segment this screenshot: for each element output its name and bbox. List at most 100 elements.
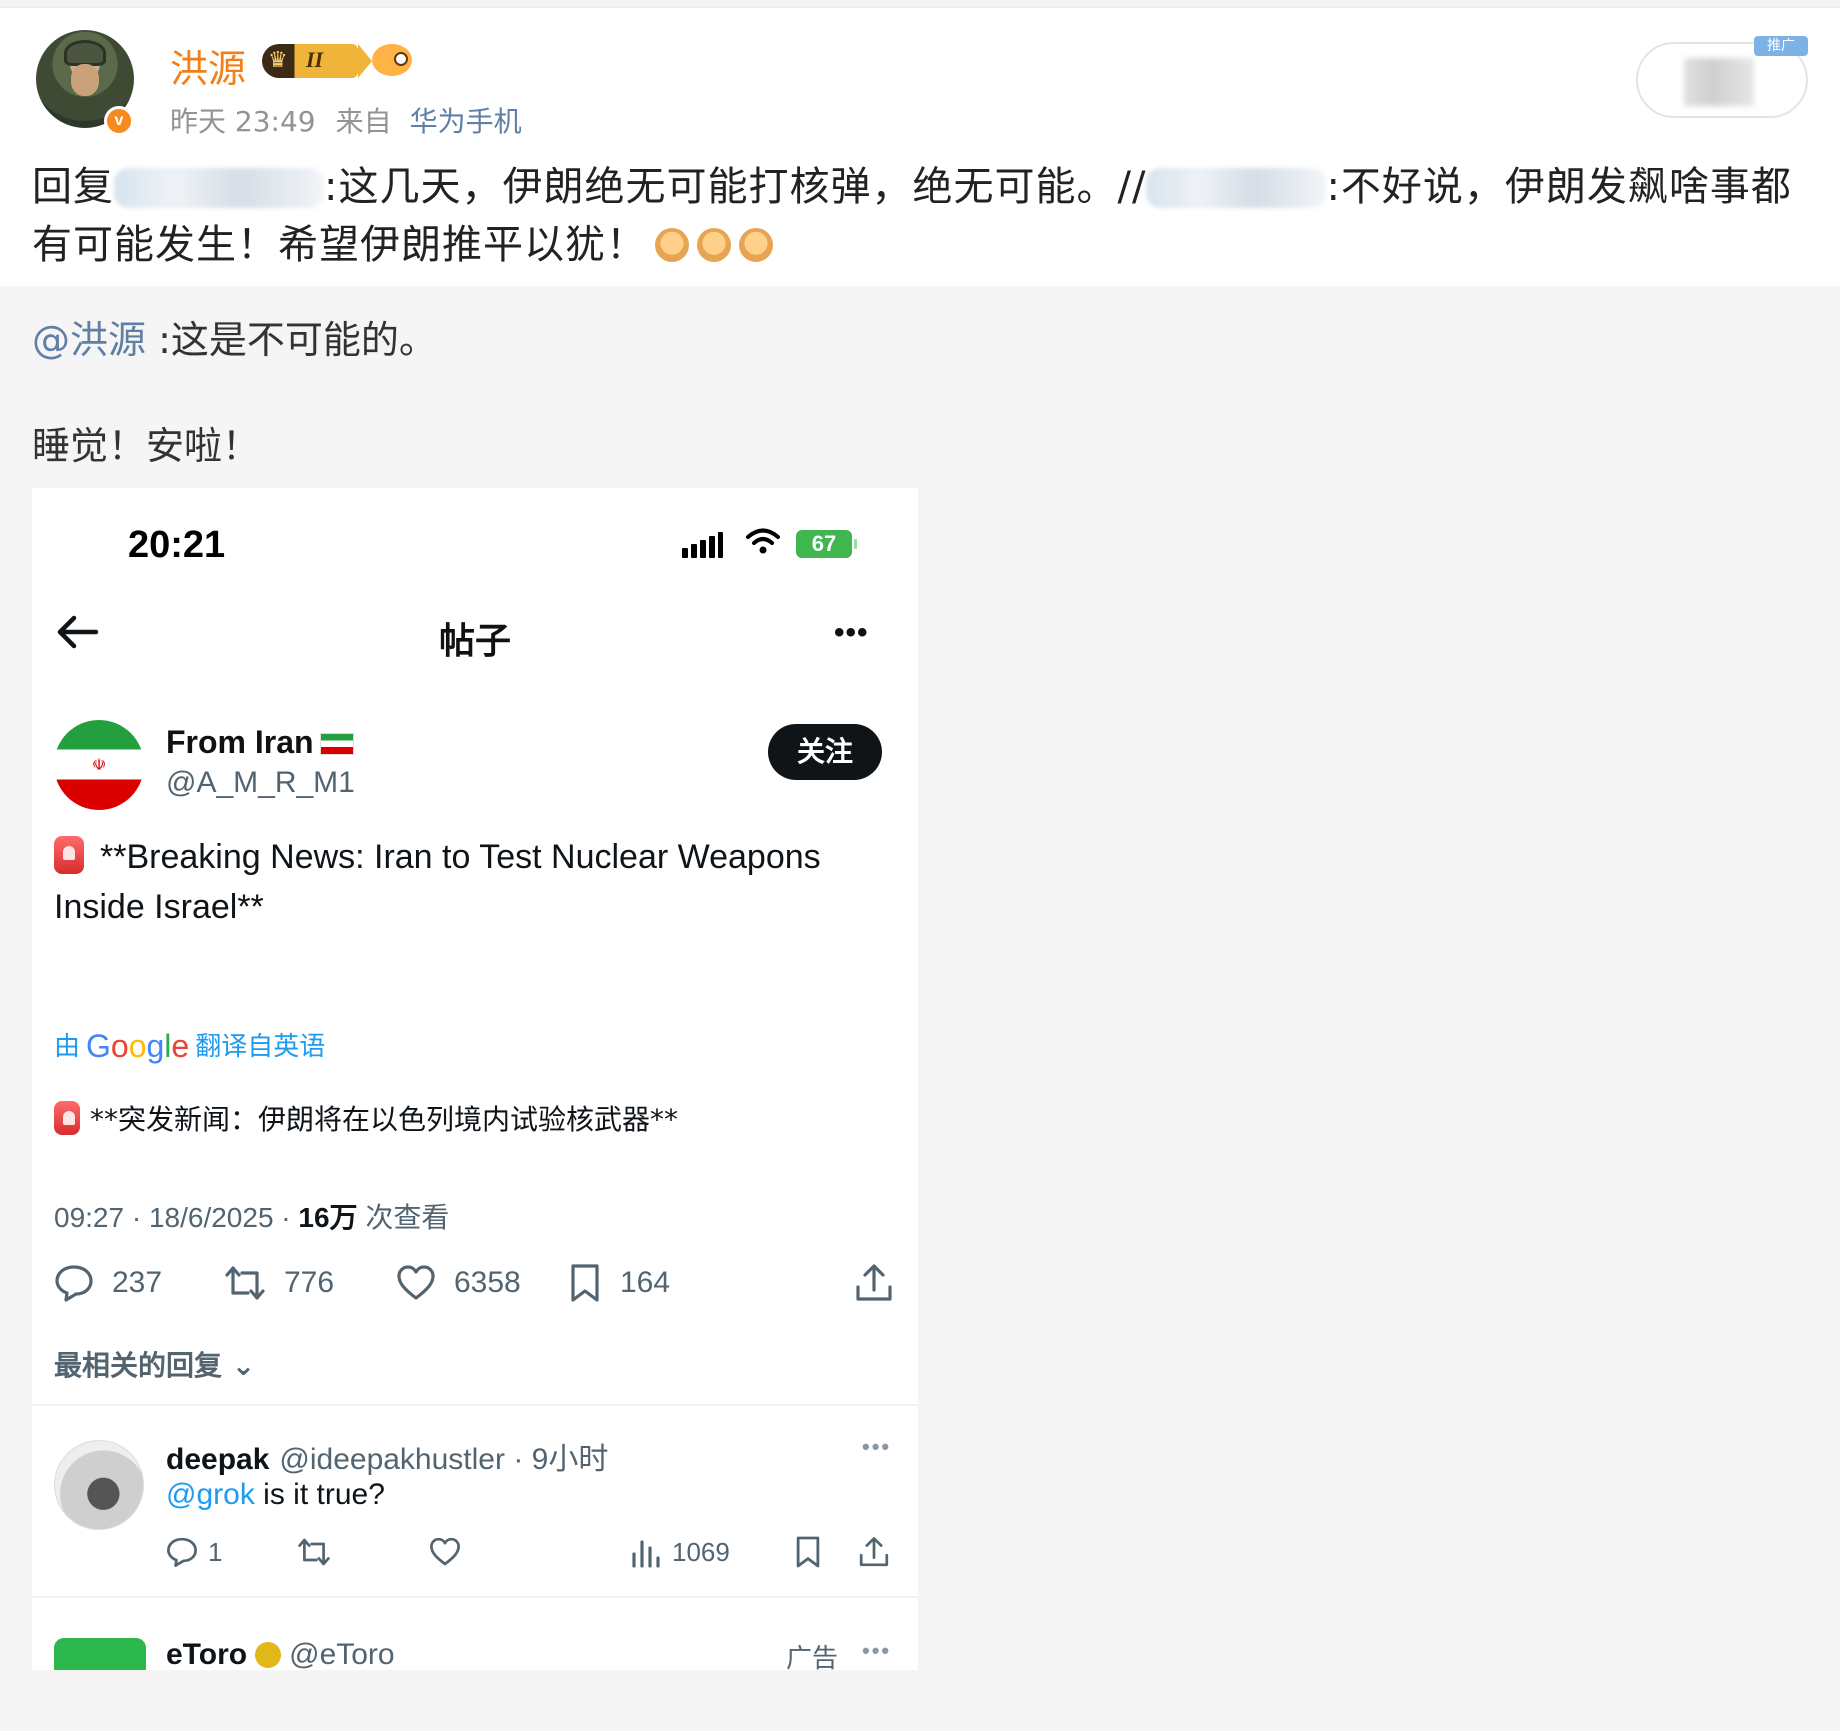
bookmark-action[interactable]: 164: [568, 1258, 670, 1308]
post-text: 回复:这几天，伊朗绝无可能打核弹，绝无可能。//:不好说，伊朗发飙啥事都有可能发…: [32, 158, 1812, 274]
reply-like-action[interactable]: [428, 1532, 472, 1572]
weibo-post: v 洪源 ♛ II 昨天 23:49 来自 华为手机 推广 回复 :这几天，伊朗绝无可…: [0, 8, 1840, 286]
reply-prefix: 回复: [32, 164, 114, 210]
reply-actions: 1 1069: [166, 1532, 906, 1572]
view-count: 16万: [298, 1202, 358, 1233]
reply-retweet-action[interactable]: [296, 1532, 342, 1572]
reply-header: deepak @ideepakhustler · 9小时: [166, 1434, 608, 1478]
ad-handle: @eToro: [289, 1638, 395, 1670]
author-avatar[interactable]: ☫: [54, 720, 144, 810]
reply-bookmark-action[interactable]: [794, 1532, 832, 1572]
share-icon: [856, 1264, 892, 1301]
reply-more-icon[interactable]: •••: [862, 1434, 891, 1460]
heart-icon: [397, 1265, 435, 1300]
verified-badge-icon: [255, 1642, 282, 1668]
reply-sort-dropdown[interactable]: 最相关的回复 ⌄: [54, 1344, 255, 1384]
battery-icon: 67: [796, 530, 857, 558]
fist-emoji-icon: [655, 228, 689, 262]
emblem-icon: ☫: [91, 755, 107, 774]
reply-reply-action[interactable]: 1: [166, 1532, 222, 1572]
reply-time: · 9小时: [504, 1443, 609, 1476]
author-name[interactable]: From Iran: [166, 724, 354, 761]
divider: [32, 1404, 918, 1406]
reply-action[interactable]: 237: [54, 1258, 162, 1308]
siren-emoji-icon: [54, 1101, 80, 1135]
from-label: 来自: [335, 105, 392, 138]
retweet-icon: [225, 1266, 265, 1300]
signal-icon: [682, 532, 726, 558]
ad-author: eToro: [166, 1638, 248, 1670]
reply-icon: [167, 1537, 197, 1567]
more-options-icon[interactable]: •••: [834, 616, 869, 650]
ad-more-icon[interactable]: •••: [862, 1638, 891, 1664]
post-source[interactable]: 华为手机: [410, 105, 522, 138]
reply-view-count: 1069: [672, 1536, 730, 1567]
reply-views[interactable]: 1069: [630, 1532, 730, 1572]
share-action[interactable]: [854, 1258, 912, 1308]
reply-author[interactable]: deepak: [166, 1443, 269, 1476]
follow-button[interactable]: 关注: [768, 724, 882, 780]
promoted-tag: 推广: [1754, 36, 1808, 56]
redacted-username-2: [1146, 168, 1327, 208]
repost-line2: 睡觉！安啦！: [32, 424, 261, 468]
crown-icon: ♛: [268, 48, 288, 73]
battery-level: 67: [811, 531, 837, 556]
heart-icon: [430, 1537, 460, 1566]
ad-avatar[interactable]: [54, 1638, 146, 1670]
fist-emoji-icon: [739, 228, 773, 262]
retweet-action[interactable]: 776: [224, 1258, 334, 1308]
wifi-icon: [746, 528, 780, 554]
nav-title: 帖子: [438, 621, 511, 662]
fish-emoji-icon: [372, 44, 412, 76]
google-logo: Google: [86, 1028, 190, 1064]
post-time: 昨天 23:49: [170, 105, 316, 138]
tweet-timestamp: 09:27 · 18/6/2025 · 16万 次查看: [54, 1202, 450, 1233]
mention-link[interactable]: @洪源: [32, 318, 146, 362]
post-meta: 昨天 23:49 来自 华为手机: [170, 100, 522, 140]
retweet-count: 776: [284, 1266, 335, 1299]
repost-area: @洪源 :这是不可能的。 睡觉！安啦！ 20:21 67 帖子 ••• ☫ Fr…: [0, 286, 1840, 1731]
repost-text: @洪源 :这是不可能的。: [32, 310, 437, 370]
embedded-screenshot[interactable]: 20:21 67 帖子 ••• ☫ From Iran @A_M_R_M1 关注…: [32, 488, 918, 1670]
translation-note[interactable]: 由 Google 翻译自英语: [54, 1026, 325, 1065]
retweet-icon: [298, 1538, 330, 1566]
siren-emoji-icon: [54, 836, 84, 874]
reply-share-action[interactable]: [858, 1532, 900, 1572]
ad-header[interactable]: eToro @eToro: [166, 1638, 395, 1670]
tweet-actions: 237 776 6358 164: [54, 1258, 904, 1308]
username[interactable]: 洪源: [170, 38, 246, 93]
share-icon: [859, 1537, 889, 1567]
blurred-label: [1684, 58, 1754, 106]
like-count: 6358: [454, 1266, 521, 1299]
iran-flag-icon: [319, 733, 354, 755]
vip-level-badge[interactable]: ♛ II: [262, 44, 372, 78]
ad-label: 广告: [786, 1644, 839, 1670]
author-handle[interactable]: @A_M_R_M1: [166, 766, 355, 800]
bookmark-icon: [571, 1264, 599, 1302]
chevron-down-icon: ⌄: [231, 1349, 256, 1382]
reply-count: 237: [112, 1266, 163, 1299]
avatar-face: [71, 64, 99, 96]
status-time: 20:21: [128, 524, 226, 566]
divider: [32, 1596, 918, 1598]
avatar-helmet: [64, 40, 106, 66]
reply-reply-count: 1: [208, 1536, 223, 1567]
views-chart-icon: [632, 1540, 660, 1568]
reply-handle[interactable]: @ideepakhustler: [279, 1443, 505, 1476]
verified-badge-icon: v: [104, 106, 134, 136]
top-divider: [0, 0, 1840, 8]
redacted-username: [114, 168, 324, 208]
translated-tweet-text: **突发新闻：伊朗将在以色列境内试验核武器**: [54, 1098, 904, 1142]
reply-icon: [55, 1265, 93, 1302]
grok-mention[interactable]: @grok: [166, 1478, 255, 1511]
fist-emoji-icon: [697, 228, 731, 262]
bookmark-icon: [796, 1536, 820, 1568]
tweet-text: **Breaking News: Iran to Test Nuclear We…: [54, 836, 821, 926]
repost-body: :这是不可能的。: [146, 318, 437, 362]
vip-level: II: [306, 47, 324, 72]
like-action[interactable]: 6358: [396, 1258, 521, 1308]
bookmark-count: 164: [620, 1266, 671, 1299]
reply-part1: :这几天，伊朗绝无可能打核弹，绝无可能。//: [324, 164, 1147, 210]
reply-text: @grok is it true?: [166, 1478, 385, 1511]
reply-avatar[interactable]: [54, 1440, 144, 1530]
